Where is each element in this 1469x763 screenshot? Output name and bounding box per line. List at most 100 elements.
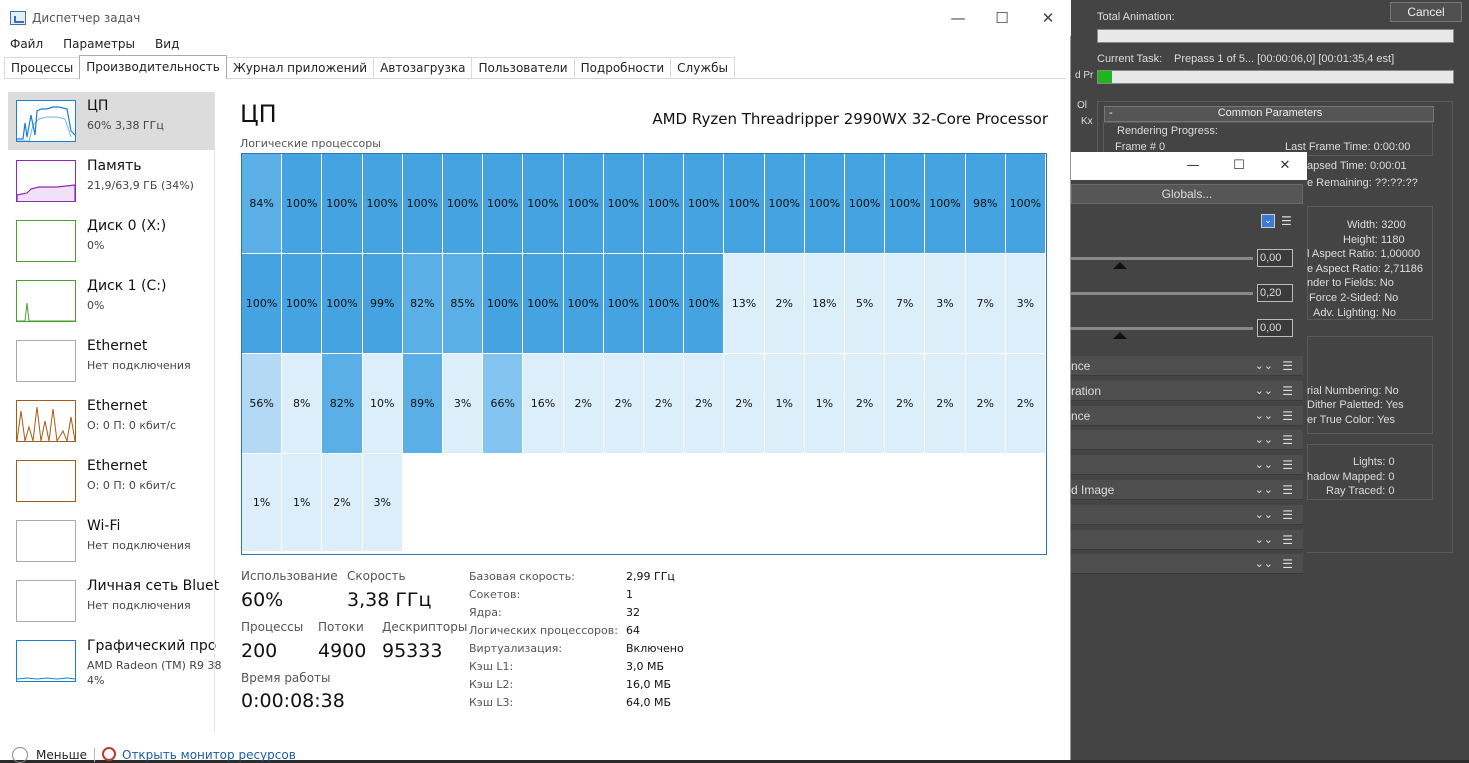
logical-cpu-cell[interactable]: 2%: [563, 354, 604, 454]
menu-item[interactable]: Параметры: [53, 35, 145, 53]
logical-cpu-cell[interactable]: 89%: [402, 354, 443, 454]
chevron-down-icon[interactable]: ⌄⌄: [1255, 356, 1273, 375]
logical-cpu-cell[interactable]: 84%: [242, 154, 283, 254]
sidebar-item-gpu[interactable]: Графический про AMD Radeon (TM) R9 38 4%: [8, 632, 222, 690]
menu-icon[interactable]: ☰: [1282, 455, 1293, 474]
logical-cpu-cell[interactable]: 1%: [282, 454, 323, 552]
chevron-down-icon[interactable]: ⌄⌄: [1255, 505, 1273, 524]
chevron-down-icon[interactable]: ⌄⌄: [1255, 406, 1273, 425]
chevron-down-icon[interactable]: ⌄⌄: [1255, 480, 1273, 499]
logical-cpu-cell[interactable]: 1%: [242, 454, 283, 552]
spinner-3[interactable]: 0,00: [1257, 319, 1293, 337]
sidebar-item-disk0[interactable]: Диск 0 (X:) 0%: [8, 212, 214, 270]
sidebar-item-none[interactable]: Ethernet Нет подключения: [8, 332, 214, 390]
tab-0[interactable]: Процессы: [4, 57, 81, 78]
logical-cpu-cell[interactable]: 100%: [764, 154, 805, 254]
logical-cpu-cell[interactable]: 100%: [563, 254, 604, 354]
tab-6[interactable]: Службы: [670, 57, 736, 78]
logical-cpu-cell[interactable]: 2%: [1005, 354, 1046, 454]
logical-cpu-cell[interactable]: 100%: [644, 154, 685, 254]
cancel-button[interactable]: Cancel: [1390, 2, 1462, 22]
logical-cpu-cell[interactable]: 18%: [804, 254, 845, 354]
rs-close-button[interactable]: ✕: [1271, 156, 1299, 176]
logical-cpu-cell[interactable]: 2%: [322, 454, 363, 552]
sidebar-item-cpu[interactable]: ЦП 60% 3,38 ГГц: [8, 92, 214, 150]
logical-cpu-cell[interactable]: 3%: [443, 354, 484, 454]
logical-cpu-cell[interactable]: 100%: [443, 154, 484, 254]
logical-cpu-cell[interactable]: 16%: [523, 354, 564, 454]
sidebar-item-eth[interactable]: Ethernet О: 0 П: 0 кбит/с: [8, 392, 214, 450]
tab-5[interactable]: Подробности: [573, 57, 672, 78]
spinner-1[interactable]: 0,00: [1257, 249, 1293, 267]
menu-icon[interactable]: ☰: [1282, 381, 1293, 400]
logical-cpu-cell[interactable]: 3%: [925, 254, 966, 354]
logical-cpu-cell[interactable]: 100%: [885, 154, 926, 254]
close-button[interactable]: ✕: [1025, 6, 1071, 30]
logical-cpu-cell[interactable]: 98%: [965, 154, 1006, 254]
logical-cpu-cell[interactable]: 100%: [523, 154, 564, 254]
menu-icon[interactable]: ☰: [1282, 430, 1293, 449]
tab-3[interactable]: Автозагрузка: [373, 57, 473, 78]
spinner-2[interactable]: 0,20: [1257, 284, 1293, 302]
chevron-down-icon[interactable]: ⌄⌄: [1255, 554, 1273, 573]
rollout-row[interactable]: d Image ⌄⌄ ☰: [1071, 480, 1303, 500]
minimize-button[interactable]: —: [935, 6, 981, 30]
chevron-down-icon[interactable]: ⌄⌄: [1255, 530, 1273, 549]
logical-cpu-cell[interactable]: 85%: [443, 254, 484, 354]
logical-cpu-cell[interactable]: 100%: [603, 254, 644, 354]
chevron-down-icon[interactable]: ⌄⌄: [1255, 430, 1273, 449]
logical-cpu-cell[interactable]: 100%: [925, 154, 966, 254]
rollout-row[interactable]: ⌄⌄ ☰: [1071, 554, 1303, 575]
logical-processors-grid[interactable]: 84% 100% 100% 100% 100% 100% 100% 100% 100% 100% 1…: [241, 153, 1047, 555]
logical-cpu-cell[interactable]: 2%: [885, 354, 926, 454]
chevron-down-icon[interactable]: ⌄⌄: [1255, 381, 1273, 400]
slider-1-handle[interactable]: [1113, 262, 1127, 269]
logical-cpu-cell[interactable]: 100%: [402, 154, 443, 254]
globals-button[interactable]: Globals...: [1071, 184, 1303, 204]
logical-cpu-cell[interactable]: 100%: [563, 154, 604, 254]
logical-cpu-cell[interactable]: 2%: [603, 354, 644, 454]
rollout-row[interactable]: nce ⌄⌄ ☰: [1071, 356, 1303, 376]
logical-cpu-cell[interactable]: 100%: [242, 254, 283, 354]
logical-cpu-cell[interactable]: 100%: [804, 154, 845, 254]
tab-2[interactable]: Журнал приложений: [225, 57, 375, 78]
logical-cpu-cell[interactable]: 100%: [845, 154, 886, 254]
logical-cpu-cell[interactable]: 7%: [965, 254, 1006, 354]
sidebar-item-none[interactable]: Wi-Fi Нет подключения: [8, 512, 214, 570]
menu-icon[interactable]: ☰: [1281, 214, 1292, 228]
rollout-row[interactable]: ⌄⌄ ☰: [1071, 430, 1303, 451]
common-parameters-header[interactable]: - Common Parameters: [1104, 106, 1434, 122]
logical-cpu-cell[interactable]: 1%: [764, 354, 805, 454]
menu-item[interactable]: Вид: [145, 35, 189, 53]
logical-cpu-cell[interactable]: 56%: [242, 354, 283, 454]
menu-icon[interactable]: ☰: [1282, 530, 1293, 549]
slider-3-handle[interactable]: [1113, 332, 1127, 339]
chevron-up-icon[interactable]: [12, 747, 28, 763]
chevron-down-icon[interactable]: ⌄⌄: [1255, 455, 1273, 474]
logical-cpu-cell[interactable]: 2%: [724, 354, 765, 454]
logical-cpu-cell[interactable]: 100%: [603, 154, 644, 254]
sidebar-item-mem[interactable]: Память 21,9/63,9 ГБ (34%): [8, 152, 214, 210]
logical-cpu-cell[interactable]: 100%: [1005, 154, 1046, 254]
logical-cpu-cell[interactable]: 2%: [644, 354, 685, 454]
logical-cpu-cell[interactable]: 10%: [362, 354, 403, 454]
logical-cpu-cell[interactable]: 66%: [483, 354, 524, 454]
menu-item[interactable]: Файл: [0, 35, 53, 53]
logical-cpu-cell[interactable]: 1%: [804, 354, 845, 454]
rollout-row[interactable]: nce ⌄⌄ ☰: [1071, 405, 1303, 426]
logical-cpu-cell[interactable]: 100%: [322, 254, 363, 354]
logical-cpu-cell[interactable]: 100%: [282, 154, 323, 254]
logical-cpu-cell[interactable]: 100%: [362, 154, 403, 254]
maximize-button[interactable]: ☐: [979, 6, 1025, 30]
sidebar-item-none[interactable]: Личная сеть Bluet Нет подключения: [8, 572, 219, 630]
logical-cpu-cell[interactable]: 13%: [724, 254, 765, 354]
logical-cpu-cell[interactable]: 100%: [483, 254, 524, 354]
logical-cpu-cell[interactable]: 100%: [684, 254, 725, 354]
logical-cpu-cell[interactable]: 100%: [684, 154, 725, 254]
logical-cpu-cell[interactable]: 100%: [483, 154, 524, 254]
logical-cpu-cell[interactable]: 3%: [1005, 254, 1046, 354]
menu-icon[interactable]: ☰: [1282, 356, 1293, 375]
slider-1[interactable]: [1071, 257, 1253, 260]
logical-cpu-cell[interactable]: 100%: [322, 154, 363, 254]
logical-cpu-cell[interactable]: 8%: [282, 354, 323, 454]
